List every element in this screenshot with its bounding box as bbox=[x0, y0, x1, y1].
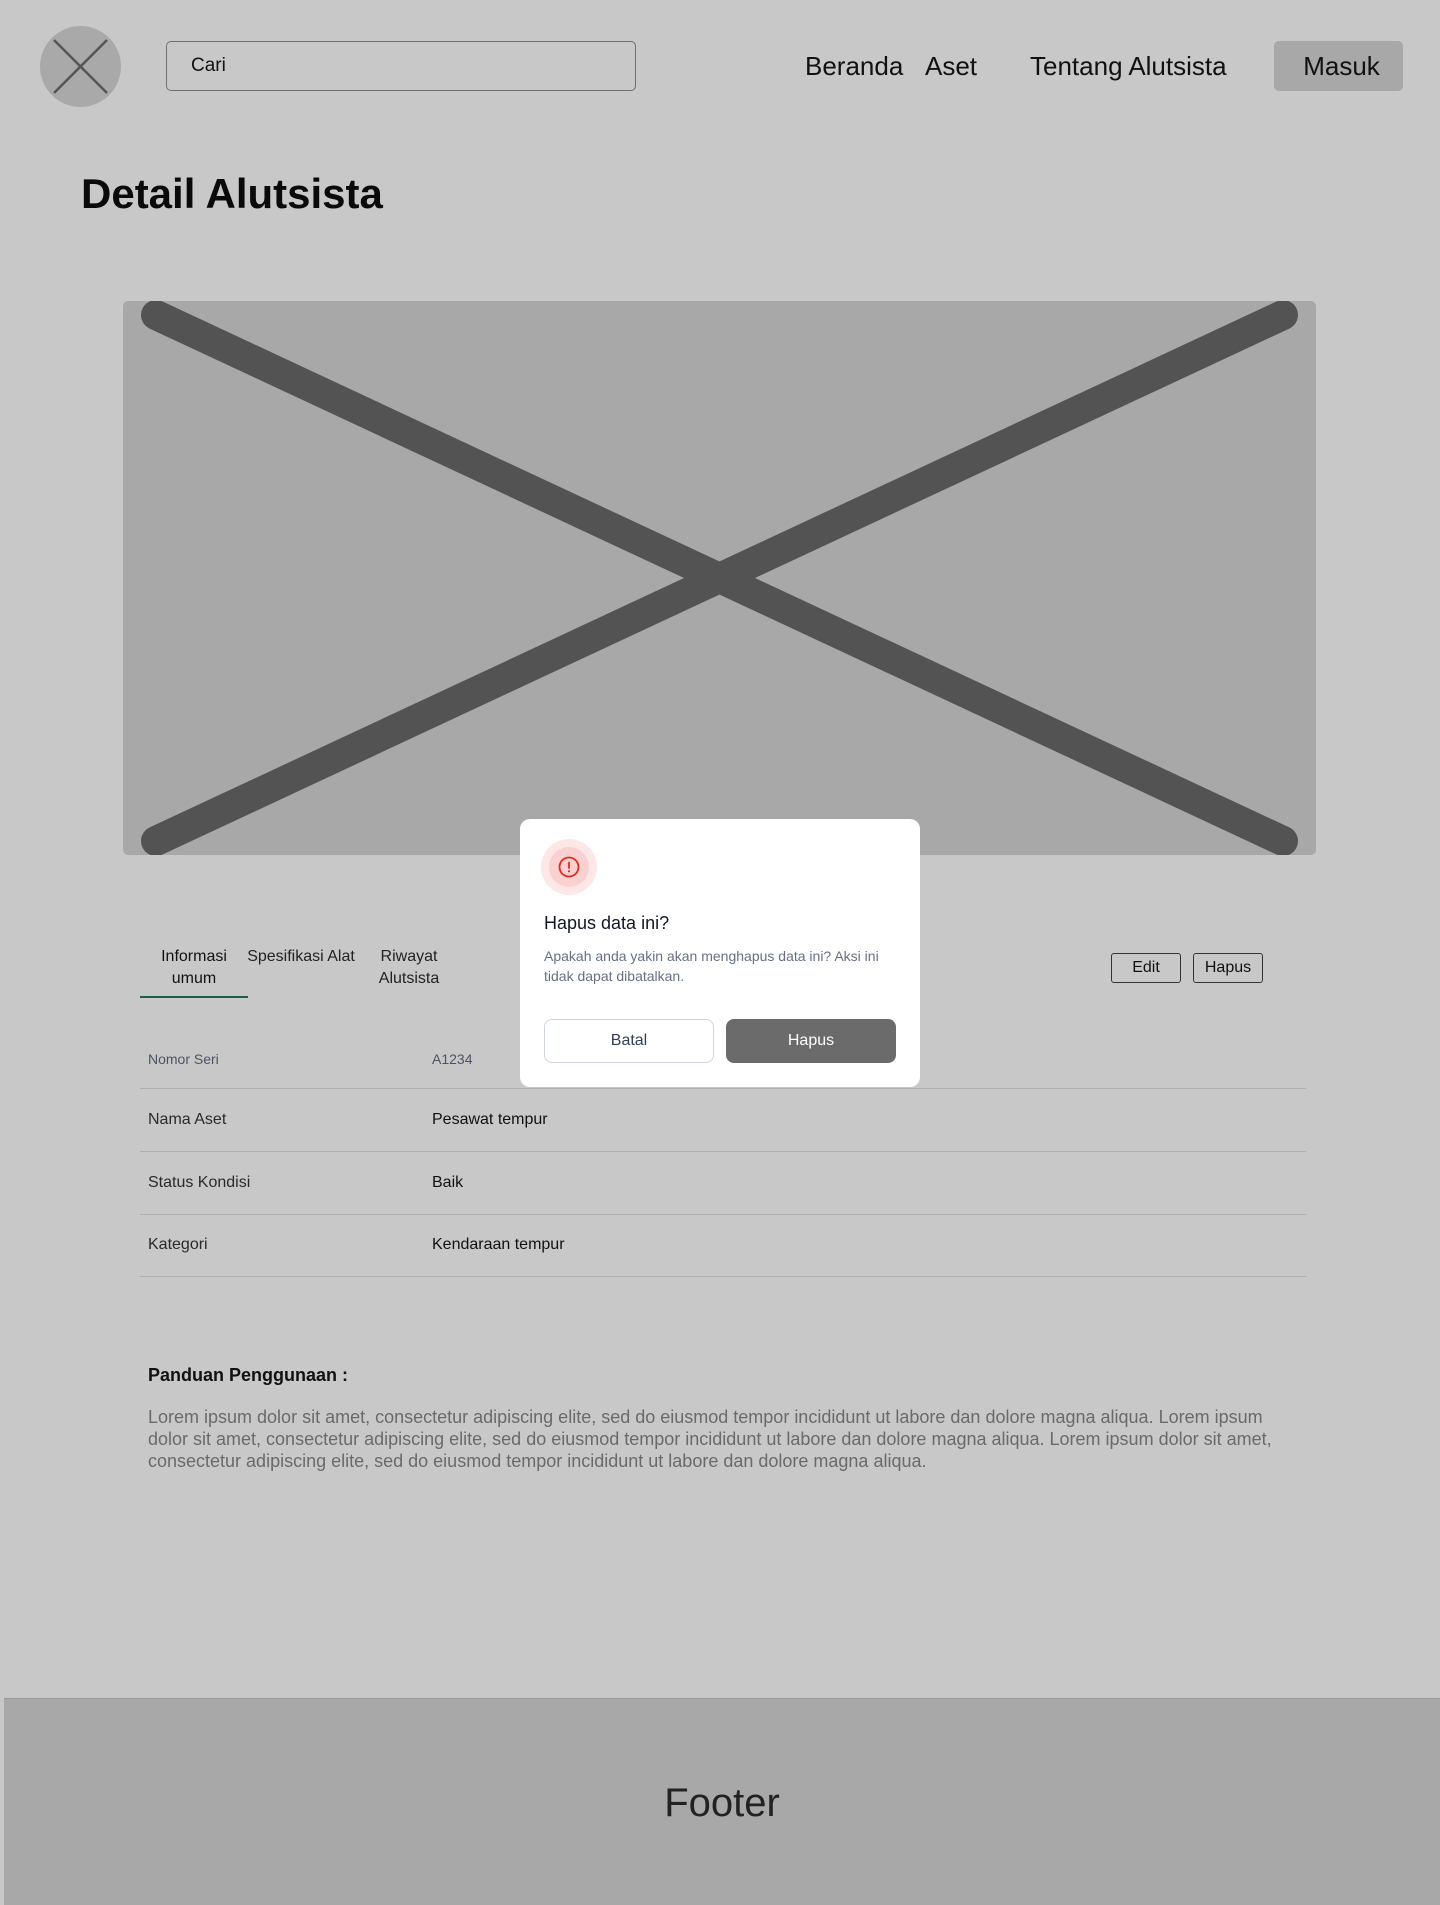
guide-title: Panduan Penggunaan : bbox=[148, 1365, 349, 1385]
page-title: Detail Alutsista bbox=[81, 170, 383, 217]
nav-link-beranda[interactable]: Beranda bbox=[805, 51, 903, 81]
tab-riwayat-alutsista[interactable]: Riwayat Alutsista bbox=[355, 946, 463, 990]
cancel-button[interactable]: Batal bbox=[544, 1019, 714, 1063]
placeholder-x-icon bbox=[53, 39, 108, 94]
active-tab-indicator bbox=[140, 996, 248, 998]
guide-text: Lorem ipsum dolor sit amet, consectetur … bbox=[148, 1407, 1272, 1471]
dialog-title: Hapus data ini? bbox=[544, 913, 670, 933]
info-label: Nama Aset bbox=[148, 1111, 227, 1128]
dialog-description: Apakah anda yakin akan menghapus data in… bbox=[544, 948, 879, 984]
info-label: Kategori bbox=[148, 1236, 208, 1253]
info-label: Nomor Seri bbox=[148, 1051, 219, 1067]
tab-informasi-umum[interactable]: Informasi umum bbox=[140, 946, 248, 990]
delete-confirmation-dialog: Hapus data ini? Apakah anda yakin akan m… bbox=[520, 819, 920, 1087]
confirm-delete-button[interactable]: Hapus bbox=[726, 1019, 896, 1063]
login-button[interactable]: Masuk bbox=[1274, 41, 1403, 91]
info-row-status-kondisi: Status Kondisi Baik bbox=[140, 1152, 1306, 1215]
info-row-nama-aset: Nama Aset Pesawat tempur bbox=[140, 1089, 1306, 1152]
alert-icon-badge bbox=[541, 839, 597, 895]
info-value: A1234 bbox=[432, 1051, 473, 1067]
nav-link-tentang-alutsista[interactable]: Tentang Alutsista bbox=[1030, 51, 1227, 81]
info-row-kategori: Kategori Kendaraan tempur bbox=[140, 1214, 1306, 1277]
search-input[interactable] bbox=[166, 41, 636, 91]
info-value: Baik bbox=[432, 1174, 464, 1191]
hero-image-placeholder bbox=[123, 301, 1316, 855]
delete-button[interactable]: Hapus bbox=[1193, 953, 1263, 983]
info-value: Pesawat tempur bbox=[432, 1111, 548, 1128]
info-label: Status Kondisi bbox=[148, 1174, 251, 1191]
logo-placeholder[interactable] bbox=[40, 26, 121, 107]
nav-link-aset[interactable]: Aset bbox=[925, 51, 977, 81]
tab-spesifikasi-alat[interactable]: Spesifikasi Alat bbox=[247, 946, 355, 968]
info-value: Kendaraan tempur bbox=[432, 1236, 565, 1253]
footer: Footer bbox=[4, 1698, 1440, 1905]
alert-circle-icon bbox=[558, 856, 580, 878]
edit-button[interactable]: Edit bbox=[1111, 953, 1181, 983]
image-placeholder-icon bbox=[141, 301, 1298, 855]
footer-label: Footer bbox=[664, 1781, 780, 1825]
